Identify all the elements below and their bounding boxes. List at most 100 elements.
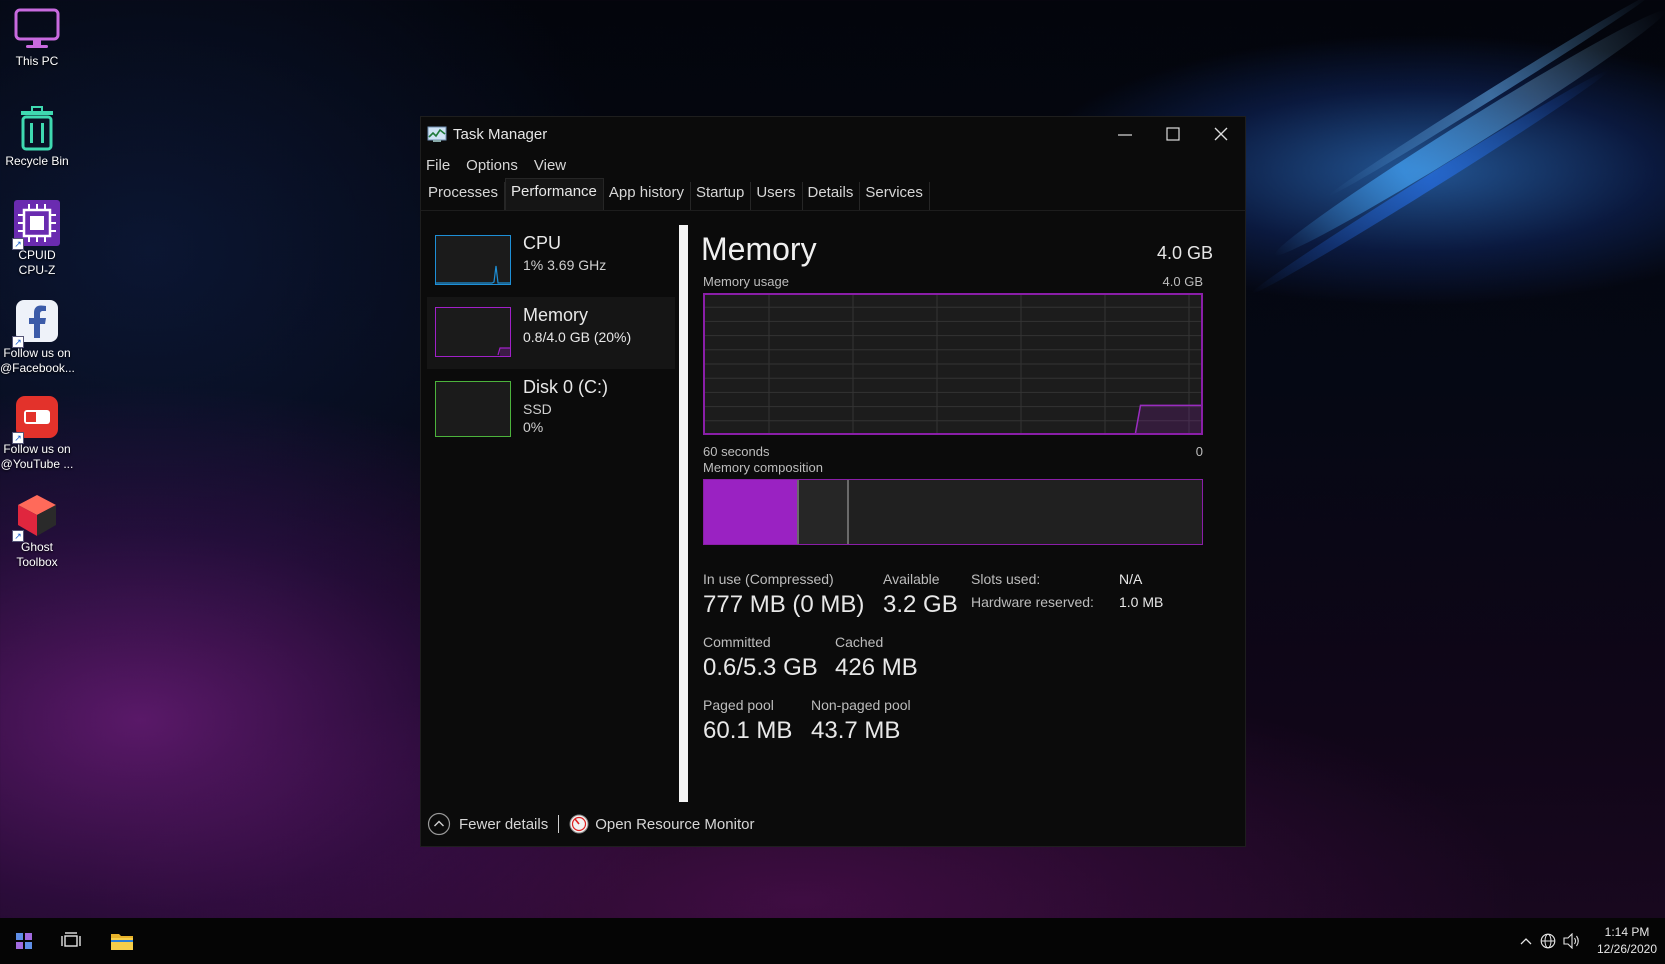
non-paged-pool-value: 43.7 MB	[811, 717, 901, 744]
desktop-icon-cpu-z[interactable]: ↗ CPUID CPU-Z	[0, 200, 74, 278]
hardware-reserved-label: Hardware reserved:	[971, 594, 1094, 610]
tab-bar: Processes Performance App history Startu…	[421, 178, 1245, 211]
toolbox-cube-icon: ↗	[12, 492, 60, 542]
clock-time: 1:14 PM	[1604, 925, 1650, 939]
available-label: Available	[883, 571, 940, 587]
desktop-icon-label: CPUID CPU-Z	[18, 248, 56, 277]
facebook-icon: ↗	[12, 298, 60, 348]
cpu-mini-graph	[435, 235, 511, 285]
minimize-button[interactable]	[1101, 117, 1149, 151]
resource-name: CPU	[523, 233, 562, 253]
chevron-up-icon	[1520, 938, 1532, 945]
show-hidden-icons-button[interactable]	[1515, 930, 1537, 952]
committed-label: Committed	[703, 634, 771, 650]
open-resource-monitor-label: Open Resource Monitor	[595, 815, 755, 833]
youtube-icon: ↗	[12, 394, 60, 444]
desktop-icon-this-pc[interactable]: This PC	[0, 6, 74, 69]
shortcut-arrow-icon: ↗	[12, 336, 24, 348]
monitor-icon	[14, 6, 60, 52]
minimize-icon	[1118, 134, 1132, 136]
desktop-icon-label: Follow us on @YouTube ...	[0, 442, 74, 471]
tab-processes[interactable]: Processes	[423, 182, 506, 210]
wallpaper-streak	[1268, 0, 1665, 266]
desktop-icon-recycle-bin[interactable]: Recycle Bin	[0, 106, 74, 169]
desktop-icon-label: Follow us on @Facebook...	[0, 346, 75, 375]
desktop-icon-label: Recycle Bin	[5, 154, 69, 168]
start-button[interactable]	[0, 918, 48, 964]
disk-mini-graph	[435, 381, 511, 437]
hardware-reserved-value: 1.0 MB	[1119, 594, 1164, 610]
tab-performance[interactable]: Performance	[505, 178, 604, 210]
close-button[interactable]	[1197, 117, 1245, 151]
desktop-icon-label: Ghost Toolbox	[16, 540, 58, 569]
cached-label: Cached	[835, 634, 884, 650]
clock[interactable]: 1:14 PM 12/26/2020	[1589, 924, 1665, 958]
resource-item-memory[interactable]: Memory 0.8/4.0 GB (20%)	[427, 297, 675, 369]
in-use-label: In use (Compressed)	[703, 571, 834, 587]
tab-details[interactable]: Details	[803, 182, 861, 210]
desktop-icon-label: This PC	[15, 54, 59, 68]
non-paged-pool-label: Non-paged pool	[811, 697, 911, 713]
memory-total: 4.0 GB	[1156, 243, 1213, 263]
resource-detail: 0%	[523, 419, 544, 435]
wallpaper-streak	[1248, 64, 1612, 300]
file-explorer-button[interactable]	[98, 918, 146, 964]
composition-standby[interactable]	[799, 480, 849, 544]
title-bar[interactable]: Task Manager	[421, 117, 1245, 151]
available-value: 3.2 GB	[883, 591, 958, 618]
network-button[interactable]	[1537, 930, 1559, 952]
composition-free[interactable]	[849, 480, 1202, 544]
paged-pool-label: Paged pool	[703, 697, 774, 713]
memory-usage-max: 4.0 GB	[1162, 274, 1203, 289]
committed-value: 0.6/5.3 GB	[703, 654, 818, 681]
cached-value: 426 MB	[835, 654, 918, 681]
memory-usage-label: Memory usage	[703, 274, 789, 289]
tab-app-history[interactable]: App history	[604, 182, 691, 210]
slots-used-label: Slots used:	[971, 571, 1041, 587]
composition-in-use[interactable]	[704, 480, 799, 544]
resource-item-cpu[interactable]: CPU 1% 3.69 GHz	[427, 225, 675, 297]
graph-time-left: 60 seconds	[703, 444, 770, 459]
volume-button[interactable]	[1561, 930, 1583, 952]
task-view-button[interactable]	[47, 918, 95, 964]
task-manager-icon	[427, 126, 447, 142]
desktop-icon-youtube[interactable]: ↗ Follow us on @YouTube ...	[0, 394, 74, 472]
menu-options[interactable]: Options	[466, 157, 518, 174]
chevron-up-circle-icon	[427, 812, 451, 836]
maximize-button[interactable]	[1149, 117, 1197, 151]
desktop-icon-facebook[interactable]: ↗ Follow us on @Facebook...	[0, 298, 75, 376]
folder-icon	[111, 934, 133, 950]
in-use-value: 777 MB (0 MB)	[703, 591, 865, 618]
resource-name: Disk 0 (C:)	[523, 377, 608, 397]
window-footer: Fewer details Open Resource Monitor	[427, 807, 754, 841]
globe-icon	[1540, 933, 1556, 949]
memory-details-panel: Memory 4.0 GB Memory usage 4.0 GB 60 sec…	[699, 229, 1239, 789]
shortcut-arrow-icon: ↗	[12, 238, 24, 250]
resource-detail: 1% 3.69 GHz	[523, 257, 607, 273]
fewer-details-button[interactable]: Fewer details	[427, 812, 548, 836]
start-icon	[16, 933, 32, 949]
resource-detail: SSD	[523, 401, 552, 417]
taskbar: 1:14 PM 12/26/2020	[0, 918, 1665, 964]
fewer-details-label: Fewer details	[459, 815, 549, 833]
tab-services[interactable]: Services	[860, 182, 930, 210]
resource-item-disk[interactable]: Disk 0 (C:) SSD 0%	[427, 369, 675, 449]
tab-users[interactable]: Users	[751, 182, 803, 210]
memory-mini-graph	[435, 307, 511, 357]
graph-time-right: 0	[1195, 444, 1203, 459]
cpu-chip-icon: ↗	[12, 200, 60, 250]
speaker-icon	[1563, 933, 1579, 949]
desktop-icon-ghost-toolbox[interactable]: ↗ Ghost Toolbox	[0, 492, 74, 570]
slots-used-value: N/A	[1119, 571, 1143, 587]
open-resource-monitor-link[interactable]: Open Resource Monitor	[569, 814, 754, 834]
menu-file[interactable]: File	[426, 157, 450, 174]
menu-view[interactable]: View	[534, 157, 566, 174]
tab-startup[interactable]: Startup	[691, 182, 752, 210]
wallpaper-streak	[1326, 0, 1654, 200]
resource-name: Memory	[523, 305, 589, 325]
menu-bar: File Options View	[421, 151, 1245, 179]
resource-monitor-icon	[569, 814, 589, 834]
recycle-bin-icon	[14, 106, 60, 152]
panel-splitter[interactable]	[679, 225, 688, 802]
resource-detail: 0.8/4.0 GB (20%)	[523, 329, 632, 345]
